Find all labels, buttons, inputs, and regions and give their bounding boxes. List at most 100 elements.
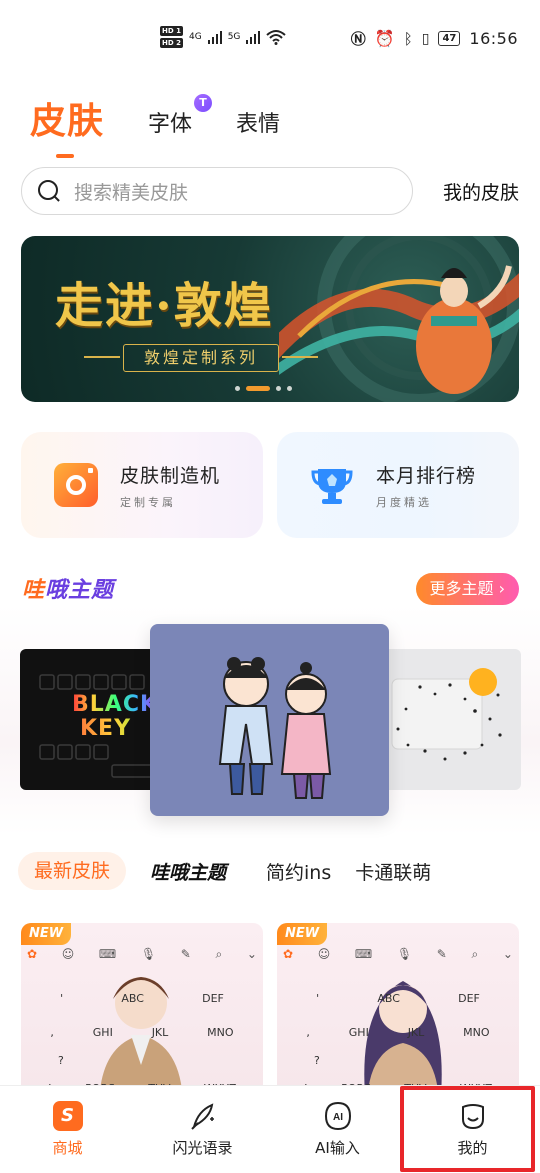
ai-icon: AI xyxy=(324,1101,351,1131)
key: JKL xyxy=(407,1025,425,1039)
ranking-title: 本月排行榜 xyxy=(376,464,477,487)
key-row: ? xyxy=(287,1049,509,1071)
wae-logo-prefix: 哇 xyxy=(22,578,46,603)
chevron-down-icon: ⌄ xyxy=(502,947,513,961)
key: ABC xyxy=(377,991,400,1005)
banner-subtitle: 敦煌定制系列 xyxy=(83,344,319,372)
page-dot xyxy=(287,386,292,391)
hd1-badge: HD 1 xyxy=(160,26,183,36)
banner-pagination xyxy=(235,386,292,391)
key: , xyxy=(50,1025,54,1039)
keyboard-icon: ⌨ xyxy=(98,947,117,961)
nav-ai-label: AI输入 xyxy=(315,1139,360,1157)
category-wae-theme[interactable]: 哇哦主题 xyxy=(150,858,226,885)
camera-icon xyxy=(54,463,98,507)
nav-profile[interactable]: 我的 xyxy=(405,1086,540,1173)
tab-emoji[interactable]: 表情 xyxy=(236,106,280,138)
top-tabs: 皮肤 字体 T 表情 xyxy=(30,92,280,158)
category-latest[interactable]: 最新皮肤 xyxy=(18,852,127,890)
key: GHI xyxy=(348,1025,369,1039)
logo-icon: ✿ xyxy=(283,947,294,961)
search-input[interactable]: 搜索精美皮肤 xyxy=(21,167,413,215)
keyboard-icon: ⌨ xyxy=(354,947,373,961)
alarm-icon: ⏰ xyxy=(374,29,395,48)
key: ABC xyxy=(121,991,144,1005)
skin-maker-subtitle: 定制专属 xyxy=(120,495,176,509)
key-row: ' ABC DEF xyxy=(287,981,509,1015)
dunhuang-illustration xyxy=(279,236,519,402)
nav-shop[interactable]: 商城 xyxy=(0,1086,135,1173)
key-row: ' ABC DEF xyxy=(31,981,253,1015)
search-icon xyxy=(38,180,60,202)
ranking-subtitle: 月度精选 xyxy=(376,495,432,509)
theme-card-black-key[interactable]: BLACK KEY xyxy=(20,649,160,790)
tab-skin[interactable]: 皮肤 xyxy=(30,92,104,158)
network-4g-label: 4G xyxy=(188,32,202,42)
battery-icon: 47 xyxy=(438,31,461,46)
tab-fonts[interactable]: 字体 T xyxy=(148,94,213,138)
black-key-line1: BLACK xyxy=(72,692,159,717)
skin-card[interactable]: NEW ✿ ☺ ⌨ 🎙 ✎ ⌕ ⌄ 'ABCDEF ,GHIJKLMNO ? !… xyxy=(21,923,263,1103)
category-tabs: 最新皮肤 哇哦主题 简约ins 卡通联萌 xyxy=(18,852,431,890)
nav-profile-label: 我的 xyxy=(457,1139,488,1157)
theme-card-dots[interactable] xyxy=(380,649,521,790)
skin-card[interactable]: NEW ✿ ☺ ⌨ 🎙 ✎ ⌕ ⌄ 'ABCDEF ,GHIJKLMNO ? !… xyxy=(277,923,519,1103)
pen-icon: ✎ xyxy=(436,947,447,961)
search-placeholder: 搜索精美皮肤 xyxy=(74,181,189,204)
theme-carousel: BLACK KEY xyxy=(0,605,540,835)
signal-icon-2 xyxy=(246,30,261,44)
key: ' xyxy=(316,991,320,1005)
vibrate-icon: ▯ xyxy=(421,30,430,47)
keyboard-toolbar-preview: ✿ ☺ ⌨ 🎙 ✎ ⌕ ⌄ xyxy=(283,943,513,965)
page-dot xyxy=(235,386,240,391)
search-icon: ⌕ xyxy=(471,946,479,961)
page-dot xyxy=(276,386,281,391)
svg-text:AI: AI xyxy=(333,1112,343,1123)
my-skin-link[interactable]: 我的皮肤 xyxy=(443,178,519,205)
ranking-text: 本月排行榜 月度精选 xyxy=(376,461,476,510)
mic-icon: 🎙 xyxy=(396,947,413,961)
hd-badges: HD 1 HD 2 xyxy=(160,26,183,48)
nfc-icon: Ⓝ xyxy=(350,30,366,48)
page-dot-active xyxy=(246,386,270,391)
dots-decoration xyxy=(391,668,502,761)
emoji-icon: ☺ xyxy=(61,947,75,961)
category-simple-ins[interactable]: 简约ins xyxy=(266,858,331,885)
nav-ai-input[interactable]: AI AI输入 xyxy=(270,1086,405,1173)
skin-maker-card[interactable]: 皮肤制造机 定制专属 xyxy=(21,432,263,538)
chevron-down-icon: ⌄ xyxy=(246,947,257,961)
wae-logo-rest: 哦主题 xyxy=(45,578,115,603)
key: ' xyxy=(60,991,64,1005)
nav-shop-label: 商城 xyxy=(52,1139,83,1157)
network-indicators: HD 1 HD 2 4G 5G xyxy=(160,26,287,48)
quill-icon xyxy=(190,1103,214,1130)
skin-maker-text: 皮肤制造机 定制专属 xyxy=(120,461,220,510)
promo-banner[interactable]: 走进·敦煌 敦煌定制系列 xyxy=(21,236,519,402)
key-row: , GHI JKL MNO xyxy=(31,1015,253,1049)
key-row: ? xyxy=(31,1049,253,1071)
category-cartoon[interactable]: 卡通联萌 xyxy=(355,858,431,885)
skin-maker-title: 皮肤制造机 xyxy=(120,464,221,487)
black-key-line2: KEY xyxy=(72,717,158,741)
profile-face-icon xyxy=(461,1104,484,1130)
status-bar: HD 1 HD 2 4G 5G Ⓝ ⏰ ᛒ ▯ 47 16:56 xyxy=(0,0,540,80)
bluetooth-icon: ᛒ xyxy=(403,29,413,48)
wifi-icon xyxy=(266,30,287,45)
trophy-icon xyxy=(311,469,353,504)
network-5g-label: 5G xyxy=(227,32,241,42)
new-badge: NEW xyxy=(277,923,328,945)
bottom-nav: 商城 闪光语录 AI AI输入 我的 xyxy=(0,1085,540,1173)
monthly-ranking-card[interactable]: 本月排行榜 月度精选 xyxy=(277,432,519,538)
key: DEF xyxy=(458,991,480,1005)
system-indicators: Ⓝ ⏰ ᛒ ▯ 47 16:56 xyxy=(351,28,518,49)
more-themes-button[interactable]: 更多主题 › xyxy=(415,573,519,605)
key: ? xyxy=(314,1053,320,1067)
key: ? xyxy=(58,1053,64,1067)
key: JKL xyxy=(151,1025,169,1039)
key: GHI xyxy=(92,1025,113,1039)
theme-card-featured-couple[interactable] xyxy=(150,624,389,816)
banner-title: 走进·敦煌 xyxy=(55,278,274,334)
logo-icon: ✿ xyxy=(27,947,38,961)
tab-fonts-label: 字体 xyxy=(148,112,193,137)
nav-quotes[interactable]: 闪光语录 xyxy=(135,1086,270,1173)
